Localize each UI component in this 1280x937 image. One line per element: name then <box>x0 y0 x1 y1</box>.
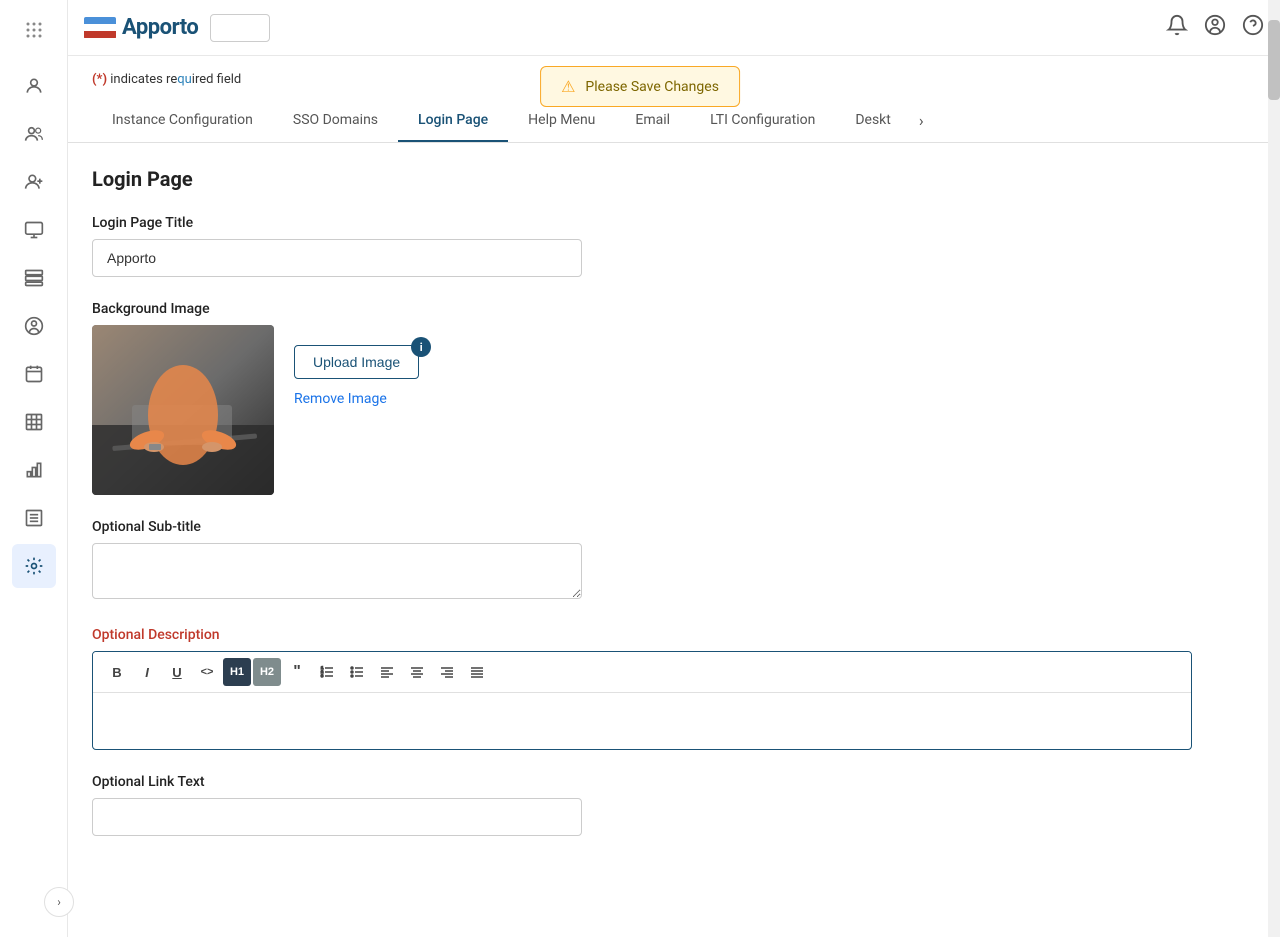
optional-link-label: Optional Link Text <box>92 774 1256 790</box>
image-actions: Upload Image i Remove Image <box>294 325 419 407</box>
tab-sso-domains[interactable]: SSO Domains <box>273 100 398 142</box>
optional-subtitle-input[interactable] <box>92 543 582 599</box>
alert-warning-icon: ⚠ <box>561 77 575 96</box>
rte-italic-btn[interactable]: I <box>133 658 161 686</box>
optional-link-input[interactable] <box>92 798 582 836</box>
rte-align-center-btn[interactable] <box>403 658 431 686</box>
topbar-right <box>1166 14 1264 41</box>
required-text2: ired field <box>192 72 242 87</box>
bg-image-preview <box>92 325 274 495</box>
optional-link-section: Optional Link Text <box>92 774 1256 836</box>
logo: Apporto <box>84 15 198 40</box>
tab-login-page[interactable]: Login Page <box>398 100 508 142</box>
rte-toolbar: B I U <> H1 H2 " 1 2 3 <box>93 652 1191 693</box>
sidebar-server-icon[interactable] <box>12 256 56 300</box>
rte-bold-btn[interactable]: B <box>103 658 131 686</box>
optional-subtitle-section: Optional Sub-title <box>92 519 1256 603</box>
upload-info-icon[interactable]: i <box>411 337 431 357</box>
bg-image-section: Background Image <box>92 301 1256 495</box>
sidebar-list-icon[interactable] <box>12 496 56 540</box>
tab-instance-config[interactable]: Instance Configuration <box>92 100 273 142</box>
rte-editor: B I U <> H1 H2 " 1 2 3 <box>92 651 1192 750</box>
rte-justify-btn[interactable] <box>463 658 491 686</box>
content-scroll: (*) indicates required field Instance Co… <box>68 56 1280 937</box>
tab-more-btn[interactable]: › <box>911 99 932 142</box>
login-title-section: Login Page Title <box>92 215 1256 277</box>
topbar-left: Apporto <box>84 14 270 42</box>
optional-desc-label: Optional Description <box>92 627 1256 643</box>
optional-desc-section: Optional Description B I U <> H1 H2 " <box>92 627 1256 750</box>
rte-blockquote-btn[interactable]: " <box>283 658 311 686</box>
sidebar-collapse-btn[interactable]: › <box>44 887 74 917</box>
bell-icon[interactable] <box>1166 14 1188 41</box>
sidebar-calendar-icon[interactable] <box>12 352 56 396</box>
rte-ul-btn[interactable] <box>343 658 371 686</box>
rte-align-right-btn[interactable] <box>433 658 461 686</box>
logo-flag <box>84 17 116 39</box>
login-title-input[interactable] <box>92 239 582 277</box>
rte-align-left-btn[interactable] <box>373 658 401 686</box>
tab-deskt[interactable]: Deskt <box>835 100 911 142</box>
topbar: Apporto <box>68 0 1280 56</box>
sidebar-users-icon[interactable] <box>12 112 56 156</box>
rte-content[interactable] <box>93 693 1191 749</box>
main-area: Apporto ⚠ Please Save Ch <box>68 0 1280 937</box>
upload-image-btn[interactable]: Upload Image <box>294 345 419 379</box>
rte-underline-btn[interactable]: U <box>163 658 191 686</box>
alert-banner: ⚠ Please Save Changes <box>540 66 740 107</box>
bg-image-container: Upload Image i Remove Image <box>92 325 1256 495</box>
required-asterisk: (*) <box>92 72 107 87</box>
help-icon[interactable] <box>1242 14 1264 41</box>
sidebar-monitor-icon[interactable] <box>12 208 56 252</box>
rte-h2-btn[interactable]: H2 <box>253 658 281 686</box>
bg-image-label: Background Image <box>92 301 1256 317</box>
required-highlight: qu <box>177 72 192 87</box>
optional-subtitle-label: Optional Sub-title <box>92 519 1256 535</box>
svg-text:3: 3 <box>321 673 324 678</box>
sidebar-gear-icon[interactable] <box>12 544 56 588</box>
topbar-extra-control[interactable] <box>210 14 270 42</box>
sidebar-table-icon[interactable] <box>12 400 56 444</box>
rte-h1-btn[interactable]: H1 <box>223 658 251 686</box>
page-heading: Login Page <box>92 167 1256 191</box>
grid-menu-icon[interactable] <box>12 8 56 52</box>
remove-image-link[interactable]: Remove Image <box>294 391 419 407</box>
sidebar: › <box>0 0 68 937</box>
sidebar-person-circle-icon[interactable] <box>12 304 56 348</box>
rte-code-btn[interactable]: <> <box>193 658 221 686</box>
alert-message: Please Save Changes <box>585 79 719 95</box>
login-title-label: Login Page Title <box>92 215 1256 231</box>
sidebar-user-icon[interactable] <box>12 64 56 108</box>
rte-ol-btn[interactable]: 1 2 3 <box>313 658 341 686</box>
logo-text: Apporto <box>122 15 198 40</box>
sidebar-chart-icon[interactable] <box>12 448 56 492</box>
user-circle-icon[interactable] <box>1204 14 1226 41</box>
required-text: indicates re <box>110 72 177 87</box>
page-content: Login Page Login Page Title Background I… <box>68 143 1280 836</box>
sidebar-useradd-icon[interactable] <box>12 160 56 204</box>
